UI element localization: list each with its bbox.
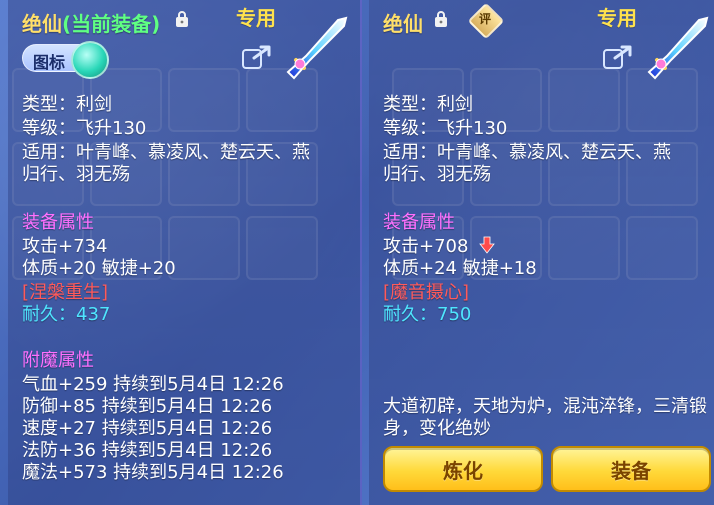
apply-line-2: 归行、羽无殇 <box>383 164 491 185</box>
item-name: 绝仙 <box>22 12 62 36</box>
gem-icon <box>71 41 109 79</box>
durability-line: 耐久：750 <box>383 300 471 326</box>
durability-label: 耐久： <box>383 304 437 325</box>
base-stats: 体质+24 敏捷+18 <box>383 258 537 279</box>
lock-icon <box>435 11 447 27</box>
type-line: 类型：利剑 <box>383 94 473 115</box>
exclusive-label: 专用 <box>597 6 637 30</box>
apply-line-2: 归行、羽无殇 <box>22 164 130 185</box>
equipment-attributes-title: 装备属性 <box>22 212 94 233</box>
durability-value: 437 <box>76 304 111 325</box>
item-name: 绝仙 <box>383 12 423 36</box>
tooltip-panel-compare: 绝仙 评 专用 类型：利剑 等级：飞升130 适用：叶青峰、慕凌风、楚云天、燕 … <box>369 0 714 505</box>
sword-icon <box>286 16 348 80</box>
durability-label: 耐久： <box>22 304 76 325</box>
item-title-compare: 绝仙 <box>383 8 423 37</box>
current-equipped-label: (当前装备) <box>62 12 161 36</box>
share-icon[interactable] <box>242 44 272 70</box>
lock-icon <box>176 11 188 27</box>
durability-line: 耐久：437 <box>22 300 110 326</box>
level-line: 等级：飞升130 <box>22 118 147 139</box>
enchant-line: 魔法+573 持续到5月4日 12:26 <box>22 462 284 483</box>
sword-icon <box>647 16 709 80</box>
equipment-attributes-title: 装备属性 <box>383 212 455 233</box>
equip-button[interactable]: 装备 <box>551 446 711 492</box>
enchant-attributes-title: 附魔属性 <box>22 350 94 371</box>
item-description: 大道初辟，天地为炉，混沌淬锋，三清锻身，变化绝妙 <box>383 396 707 439</box>
evaluate-badge-text: 评 <box>478 12 491 26</box>
type-line: 类型：利剑 <box>22 94 112 115</box>
icon-toggle[interactable]: 图标 <box>22 41 109 79</box>
refine-button[interactable]: 炼化 <box>383 446 543 492</box>
base-stats: 体质+20 敏捷+20 <box>22 258 176 279</box>
tooltip-panel-current: 绝仙(当前装备) 专用 图标 类型：利剑 等级：飞升130 适用：叶青峰、慕凌风… <box>8 0 362 505</box>
item-title-current: 绝仙(当前装备) <box>22 8 160 37</box>
icon-toggle-label: 图标 <box>33 53 66 72</box>
share-icon[interactable] <box>603 44 633 70</box>
level-line: 等级：飞升130 <box>383 118 508 139</box>
durability-value: 750 <box>437 304 472 325</box>
exclusive-label: 专用 <box>236 6 276 30</box>
decrease-arrow-icon <box>479 236 496 254</box>
